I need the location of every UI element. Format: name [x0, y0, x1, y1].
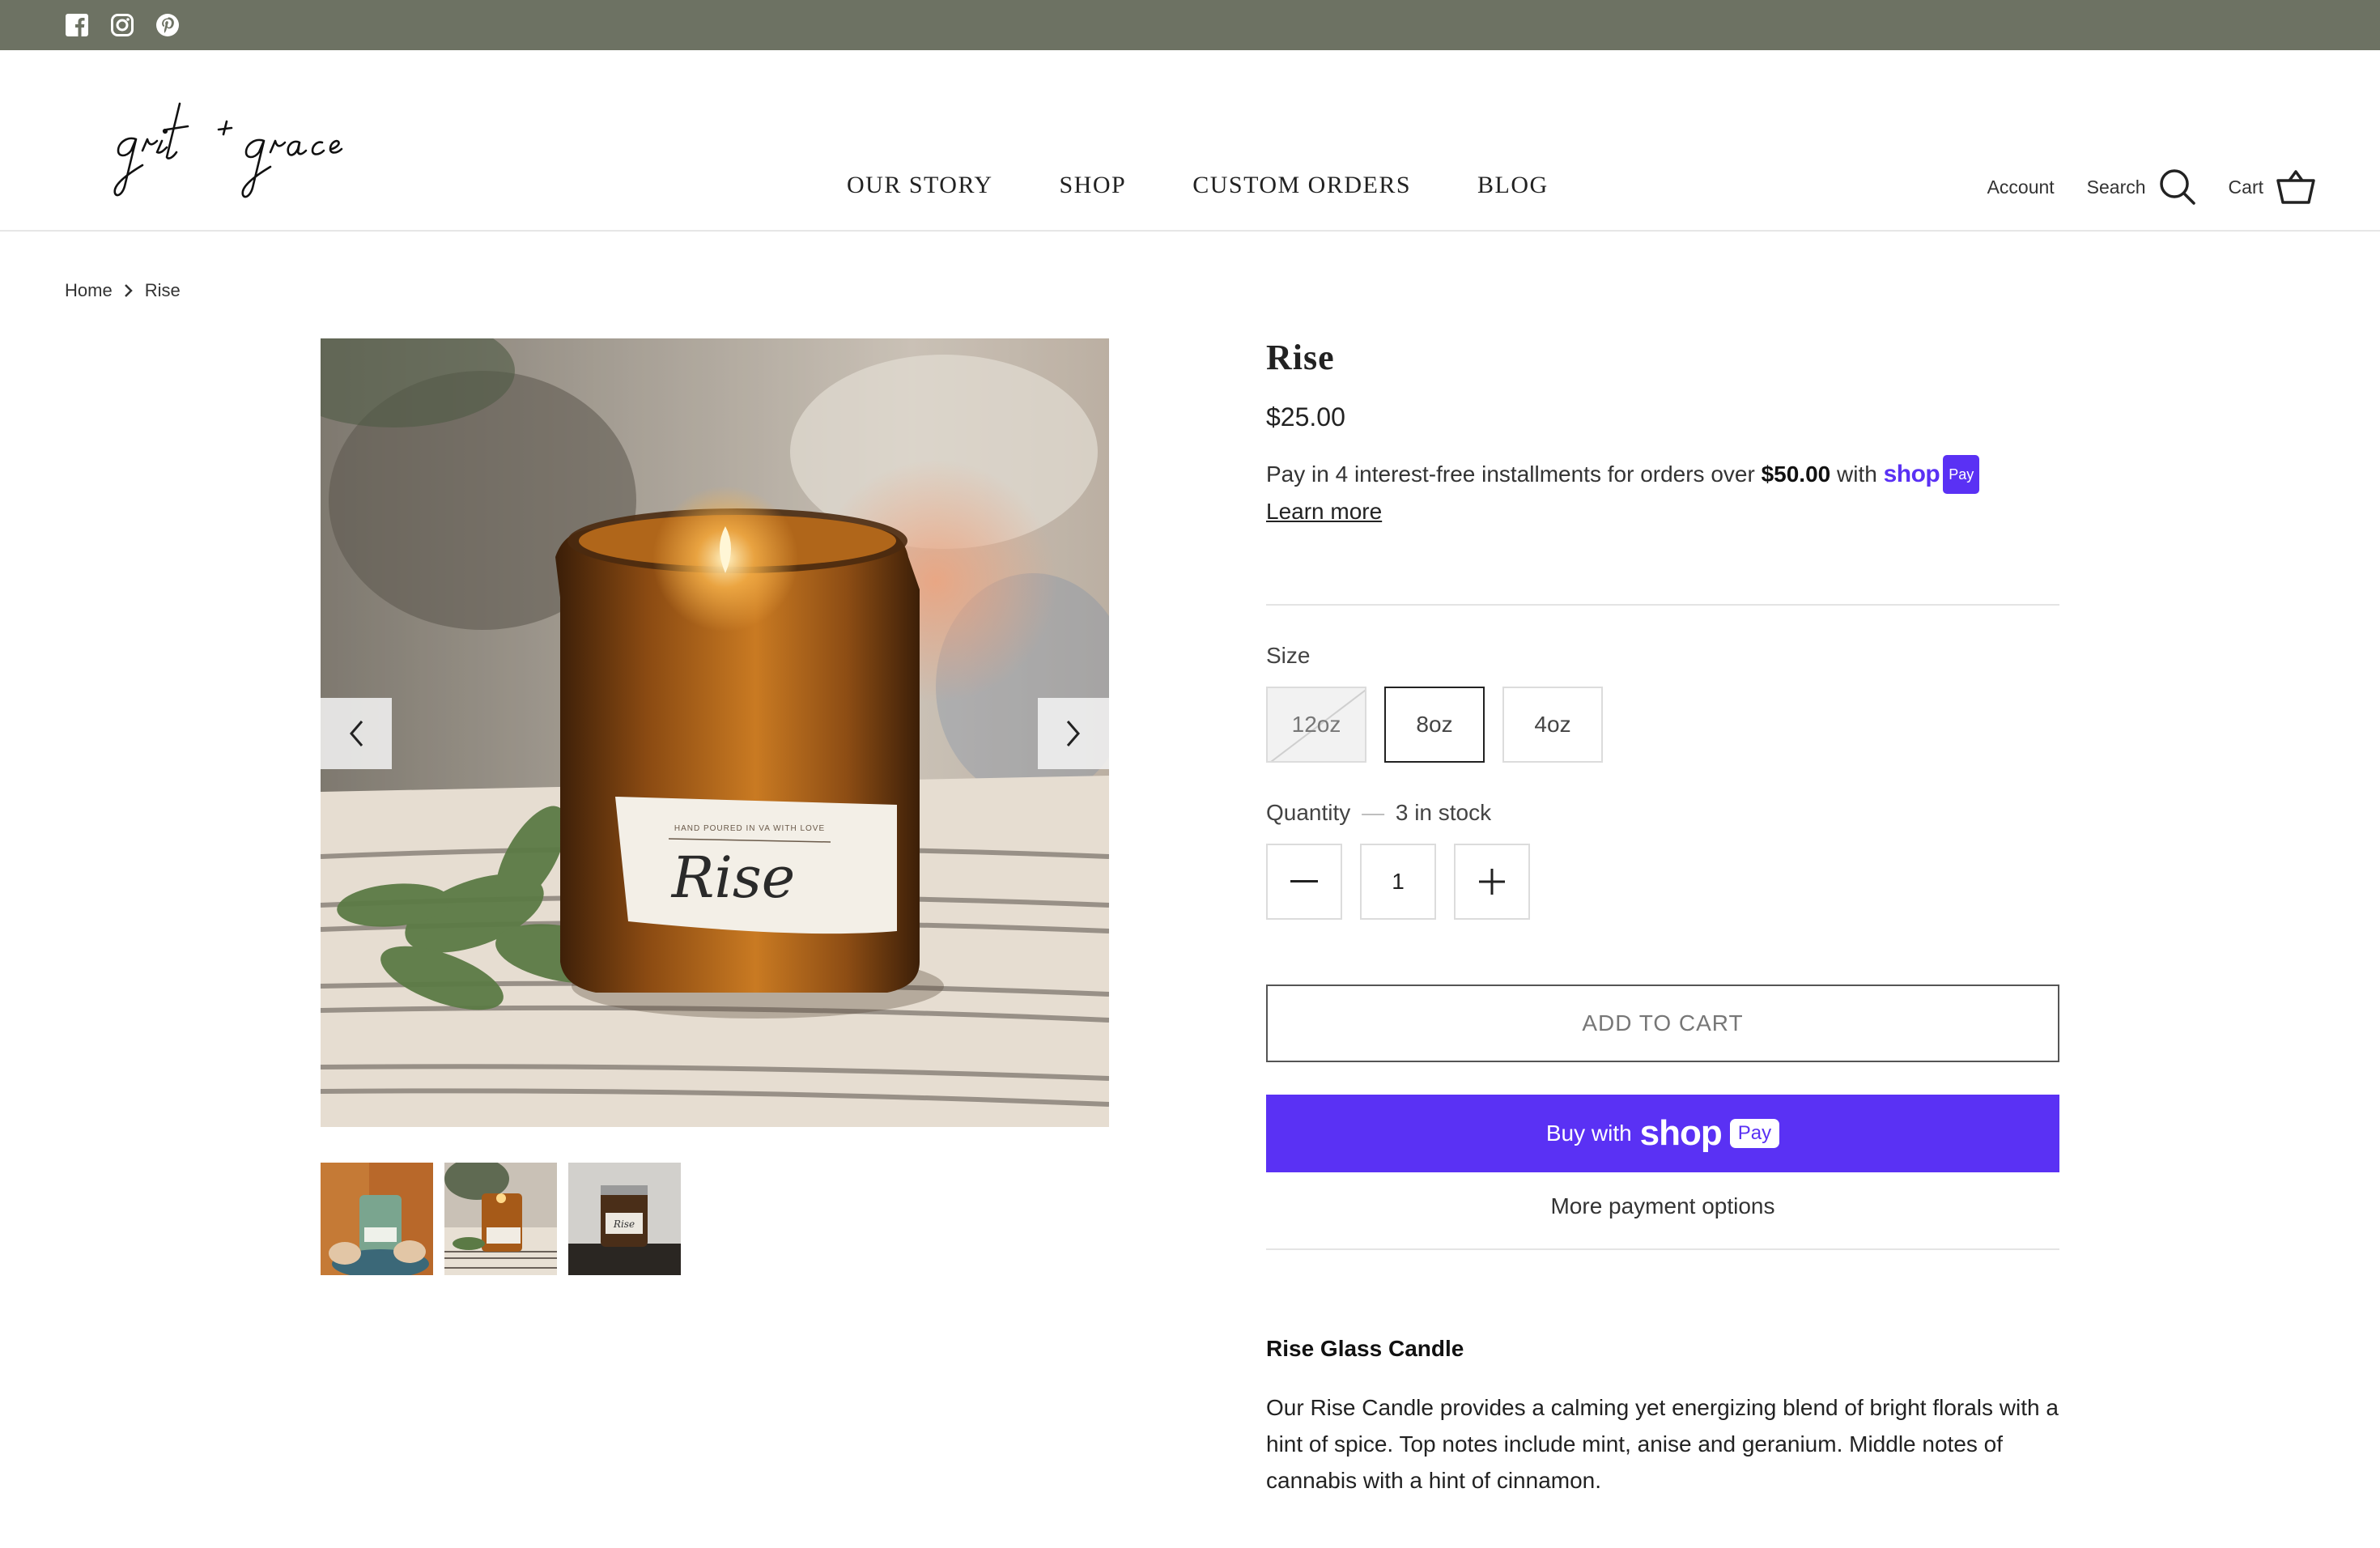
- plus-icon: [1479, 869, 1505, 895]
- quantity-input[interactable]: 1: [1360, 844, 1436, 920]
- breadcrumb-current: Rise: [144, 280, 181, 300]
- thumbnail-2[interactable]: [444, 1163, 557, 1275]
- breadcrumb-home[interactable]: Home: [65, 280, 113, 301]
- product-main-image[interactable]: HAND POURED IN VA WITH LOVE Rise: [321, 338, 1109, 1127]
- cart-basket-icon[interactable]: [2276, 169, 2315, 205]
- installments-info: Pay in 4 interest-free installments for …: [1266, 455, 2059, 529]
- product-info: Rise $25.00 Pay in 4 interest-free insta…: [1266, 337, 2059, 1499]
- description-body: Our Rise Candle provides a calming yet e…: [1266, 1395, 2059, 1493]
- divider-top: [1266, 604, 2059, 606]
- product-description: Rise Glass Candle Our Rise Candle provid…: [1266, 1336, 2059, 1499]
- site-header: OUR STORY SHOP CUSTOM ORDERS BLOG Accoun…: [0, 50, 2380, 232]
- cart-link[interactable]: Cart: [2229, 176, 2263, 198]
- logo[interactable]: [105, 71, 380, 217]
- nav-blog[interactable]: BLOG: [1477, 172, 1549, 199]
- quantity-dash: —: [1362, 800, 1385, 825]
- product-title: Rise: [1266, 338, 1335, 377]
- instagram-icon[interactable]: [108, 11, 136, 39]
- account-link[interactable]: Account: [1987, 176, 2055, 198]
- size-option-12oz[interactable]: 12oz: [1266, 687, 1366, 763]
- more-payment-options-link[interactable]: More payment options: [1266, 1193, 2059, 1219]
- shop-logo: shop: [1639, 1113, 1723, 1153]
- quantity-label: Quantity: [1266, 800, 1351, 825]
- quantity-label-row: Quantity — 3 in stock: [1266, 800, 2059, 826]
- search-link[interactable]: Search: [2087, 176, 2146, 198]
- thumbnail-list: Rise: [321, 1163, 681, 1275]
- decrease-quantity-button[interactable]: [1266, 844, 1342, 920]
- breadcrumb: Home Rise: [65, 280, 181, 301]
- size-label-12oz: 12oz: [1291, 712, 1341, 737]
- social-bar: [0, 0, 2380, 50]
- nav-shop[interactable]: SHOP: [1060, 172, 1127, 199]
- chevron-right-icon: [124, 283, 134, 298]
- chevron-right-icon: [1066, 721, 1080, 746]
- shop-pay-logo: shop: [1883, 461, 1940, 487]
- candle-photo: HAND POURED IN VA WITH LOVE Rise: [321, 338, 1109, 1127]
- buy-with-shop-pay-button[interactable]: Buy with shop Pay: [1266, 1095, 2059, 1172]
- nav-custom-orders[interactable]: CUSTOM ORDERS: [1192, 172, 1411, 199]
- header-actions: Account Search Cart: [1987, 168, 2315, 206]
- size-option-8oz[interactable]: 8oz: [1384, 687, 1485, 763]
- pinterest-icon[interactable]: [154, 11, 181, 39]
- shop-pay-badge: Pay: [1943, 455, 1980, 494]
- divider-bottom: [1266, 1248, 2059, 1250]
- facebook-icon[interactable]: [63, 11, 91, 39]
- label-script-text: Rise: [670, 844, 795, 911]
- thumbnail-1[interactable]: [321, 1163, 433, 1275]
- size-label-8oz: 8oz: [1416, 712, 1453, 737]
- size-label-4oz: 4oz: [1534, 712, 1571, 737]
- description-title: Rise Glass Candle: [1266, 1336, 1464, 1361]
- main-nav: OUR STORY SHOP CUSTOM ORDERS BLOG: [847, 172, 1549, 199]
- chevron-left-icon: [350, 721, 363, 746]
- thumbnail-3[interactable]: Rise: [568, 1163, 681, 1275]
- nav-our-story[interactable]: OUR STORY: [847, 172, 993, 199]
- thumb-label-text: Rise: [613, 1218, 635, 1230]
- installments-with: with: [1837, 461, 1877, 487]
- stock-status: 3 in stock: [1395, 800, 1492, 825]
- size-label: Size: [1266, 643, 1311, 668]
- minus-icon: [1290, 880, 1318, 882]
- size-option-4oz[interactable]: 4oz: [1502, 687, 1603, 763]
- label-small-text: HAND POURED IN VA WITH LOVE: [674, 824, 825, 833]
- learn-more-link[interactable]: Learn more: [1266, 499, 1382, 524]
- search-icon[interactable]: [2159, 168, 2196, 206]
- installments-amount: $50.00: [1761, 461, 1831, 487]
- buy-with-text: Buy with: [1545, 1121, 1632, 1146]
- next-image-button[interactable]: [1038, 698, 1109, 769]
- logo-script: [113, 102, 343, 198]
- quantity-stepper: 1: [1266, 844, 2059, 920]
- pay-badge: Pay: [1729, 1119, 1780, 1148]
- product-price: $25.00: [1266, 402, 1345, 432]
- increase-quantity-button[interactable]: [1454, 844, 1530, 920]
- add-to-cart-button[interactable]: ADD TO CART: [1266, 985, 2059, 1062]
- installments-text: Pay in 4 interest-free installments for …: [1266, 461, 1755, 487]
- size-options: 12oz 8oz 4oz: [1266, 687, 2059, 763]
- prev-image-button[interactable]: [321, 698, 392, 769]
